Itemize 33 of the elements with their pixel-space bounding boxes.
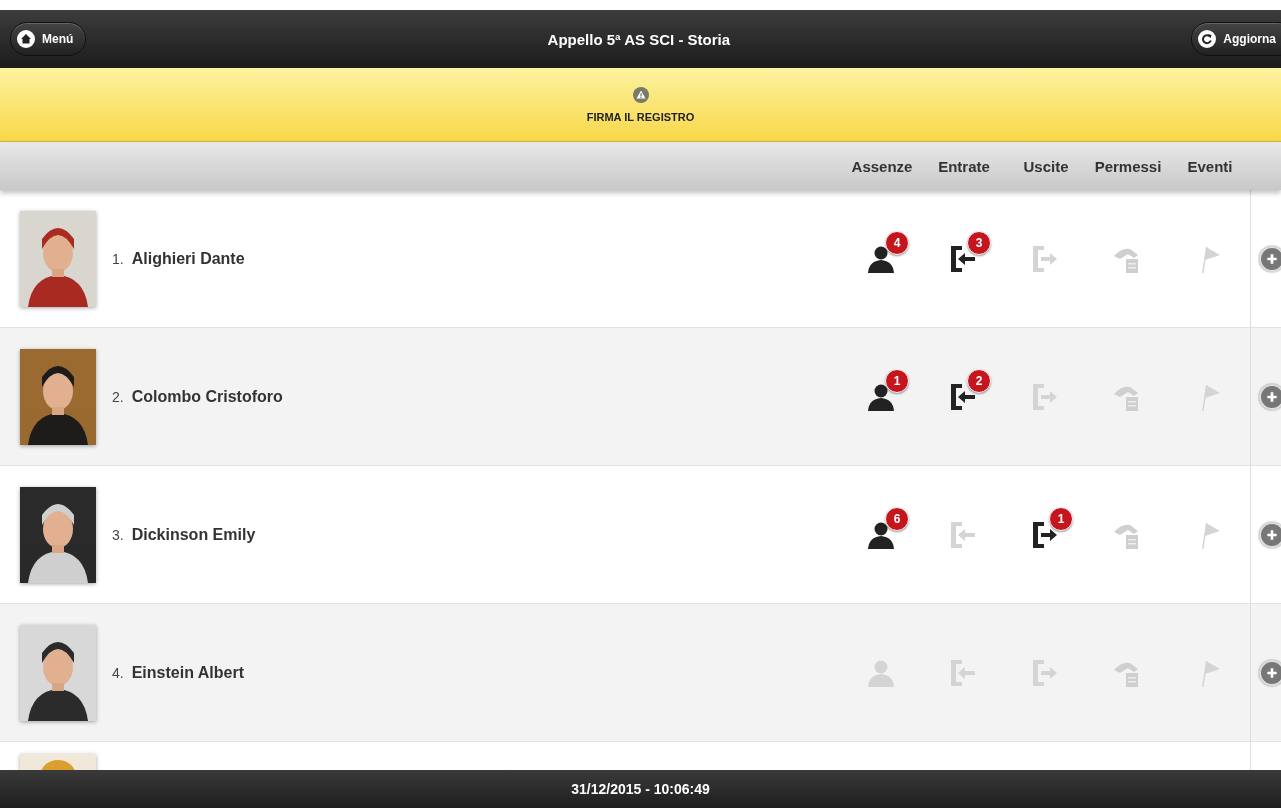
- count-badge: 6: [885, 506, 909, 531]
- count-badge: 3: [967, 230, 991, 255]
- add-button[interactable]: [1259, 383, 1281, 410]
- add-button[interactable]: [1259, 245, 1281, 272]
- column-header: Eventi: [1186, 157, 1234, 175]
- student-name: Alighieri Dante: [131, 249, 245, 268]
- refresh-button[interactable]: Aggiorna: [1191, 22, 1281, 56]
- row-number: 1.: [112, 250, 124, 267]
- refresh-icon: [1198, 30, 1217, 48]
- timestamp: 31/12/2015 - 10:06:49: [571, 781, 710, 797]
- column-header: Entrate: [937, 157, 991, 175]
- home-icon: [17, 30, 35, 48]
- student-name: Colombo Cristoforo: [131, 387, 283, 406]
- column-header: Uscite: [1022, 157, 1070, 175]
- column-header: Permessi: [1093, 157, 1163, 175]
- student-name: Einstein Albert: [131, 663, 244, 682]
- banner-text: FIRMA IL REGISTRO: [586, 110, 695, 123]
- count-badge: 1: [1049, 506, 1073, 531]
- count-badge: 2: [967, 368, 991, 393]
- column-header: Assenze: [850, 157, 914, 175]
- page-title: Appello 5ª AS SCI - Storia: [547, 30, 731, 48]
- warning-icon: [632, 86, 649, 103]
- menu-button[interactable]: Menú: [10, 22, 87, 56]
- count-badge: 4: [885, 230, 909, 255]
- count-badge: 1: [885, 368, 909, 393]
- row-number: 2.: [112, 388, 124, 405]
- door-enter-icon[interactable]: [948, 381, 978, 412]
- door-enter-icon[interactable]: [948, 243, 978, 274]
- row-number: 4.: [112, 664, 124, 681]
- add-button[interactable]: [1259, 659, 1281, 686]
- add-button[interactable]: [1259, 521, 1281, 548]
- student-name: Dickinson Emily: [131, 525, 256, 544]
- row-number: 3.: [112, 526, 124, 543]
